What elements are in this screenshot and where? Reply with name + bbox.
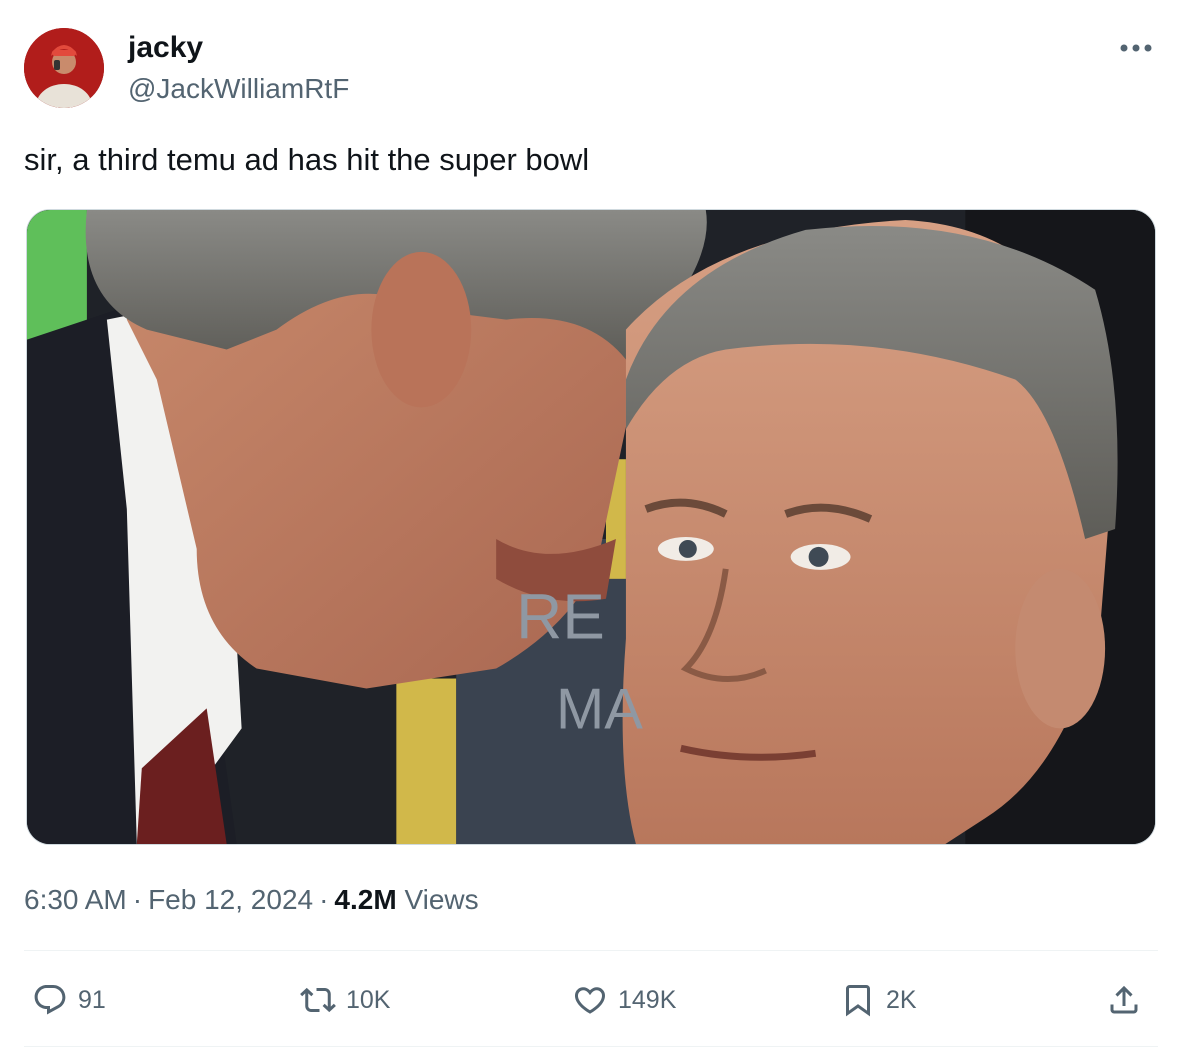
divider [24,1046,1158,1047]
like-button[interactable]: 149K [572,972,676,1028]
views-count[interactable]: 4.2M [334,884,396,915]
heart-icon [574,987,606,1014]
divider [24,950,1158,951]
tweet-text: sir, a third temu ad has hit the super b… [24,142,590,177]
avatar[interactable] [24,28,104,108]
views-label: Views [404,884,479,915]
photo-background-letters-re: RE [516,581,605,653]
bookmark-icon [846,985,870,1017]
tweet-meta: 6:30 AM · Feb 12, 2024 · 4.2M Views [24,882,479,918]
author-display-name[interactable]: jacky [128,30,203,66]
photo-background-letters-ma: MA [556,677,643,741]
more-options-button[interactable] [1112,30,1160,66]
photo-image: RE MA [27,210,1155,844]
tweet-date[interactable]: Feb 12, 2024 [148,884,313,915]
meta-separator: · [319,884,329,915]
bookmark-count: 2K [886,985,917,1014]
bookmark-button[interactable]: 2K [840,972,917,1028]
tweet-media-photo[interactable]: RE MA [26,209,1156,845]
tweet: jacky @JackWilliamRtF sir, a third temu … [0,0,1192,1056]
author-handle[interactable]: @JackWilliamRtF [128,72,349,106]
tweet-time[interactable]: 6:30 AM [24,884,127,915]
repost-button[interactable]: 10K [300,972,390,1028]
share-icon [1110,985,1138,1014]
meta-separator: · [132,884,143,915]
reply-button[interactable]: 91 [32,972,106,1028]
reply-count: 91 [78,985,106,1014]
repost-icon [300,987,336,1013]
avatar-image [24,28,104,108]
reply-icon [34,985,66,1015]
share-button[interactable] [1106,972,1142,1028]
action-bar: 91 10K 149K 2K [0,972,1192,1028]
more-dots-icon [1120,44,1152,52]
repost-count: 10K [346,985,391,1014]
like-count: 149K [618,985,677,1014]
